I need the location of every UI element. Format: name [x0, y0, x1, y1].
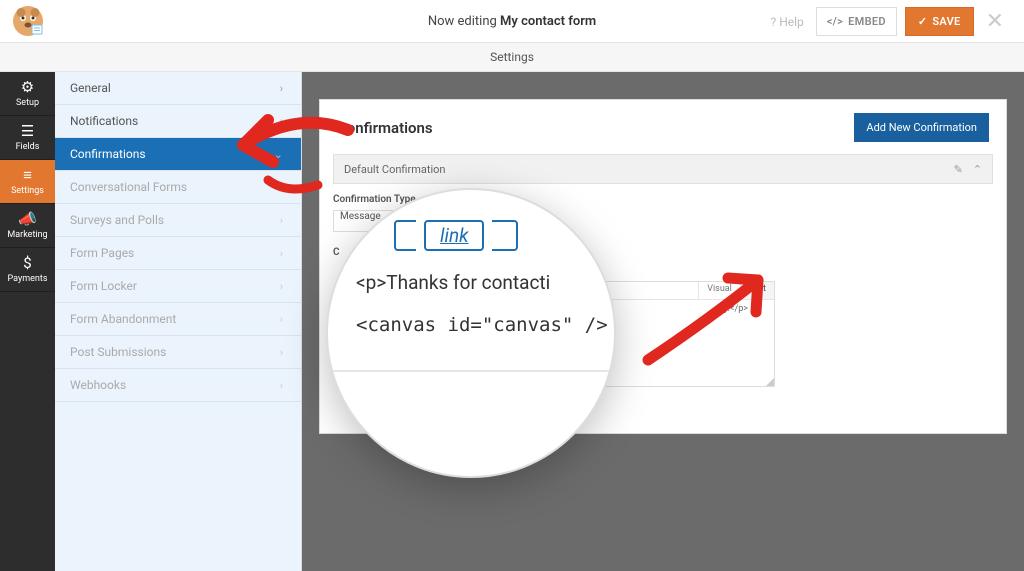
- chevron-right-icon: ›: [280, 181, 283, 194]
- toolbar-fragment-left: [394, 220, 416, 251]
- resize-handle-icon[interactable]: [766, 378, 774, 386]
- chevron-right-icon: ›: [280, 280, 283, 293]
- chevron-right-icon: ›: [280, 346, 283, 359]
- code-icon: </>: [827, 15, 843, 28]
- editor-tab-text[interactable]: Text: [740, 282, 774, 299]
- add-confirmation-button[interactable]: Add New Confirmation: [854, 113, 989, 142]
- toolbar-fragment-right: [492, 220, 518, 251]
- megaphone-icon: 📣: [18, 212, 37, 227]
- nav-payments[interactable]: $ Payments: [0, 248, 55, 292]
- sidebar-item-surveys-polls[interactable]: Surveys and Polls ›: [55, 204, 301, 237]
- help-link[interactable]: ? Help: [767, 9, 808, 35]
- panel-title: Confirmations: [337, 119, 433, 137]
- save-button[interactable]: ✓ SAVE: [905, 7, 974, 36]
- sidebar-item-form-pages[interactable]: Form Pages ›: [55, 237, 301, 270]
- nav-setup[interactable]: ⚙ Setup: [0, 72, 55, 116]
- gear-icon: ⚙: [21, 80, 34, 95]
- chevron-right-icon: ›: [280, 82, 283, 95]
- nav-fields[interactable]: ☰ Fields: [0, 116, 55, 160]
- sidebar-item-post-submissions[interactable]: Post Submissions ›: [55, 336, 301, 369]
- divider: [328, 370, 614, 372]
- magnifier-overlay: link <p>Thanks for contacti <canvas id="…: [326, 188, 616, 478]
- editor-line-1: <p>Thanks for contacti: [350, 271, 592, 294]
- sidebar-item-confirmations[interactable]: Confirmations ⌄: [55, 138, 301, 171]
- chevron-right-icon: ›: [280, 379, 283, 392]
- editor-tab-visual[interactable]: Visual: [698, 282, 740, 299]
- sidebar-item-webhooks[interactable]: Webhooks ›: [55, 369, 301, 402]
- collapse-icon[interactable]: ⌃: [973, 163, 982, 176]
- left-nav: ⚙ Setup ☰ Fields ≡ Settings 📣 Marketing …: [0, 72, 55, 571]
- nav-settings[interactable]: ≡ Settings: [0, 160, 55, 204]
- cut-field-label: C: [333, 247, 340, 258]
- sidebar-item-form-locker[interactable]: Form Locker ›: [55, 270, 301, 303]
- default-confirmation-label: Default Confirmation: [344, 163, 446, 176]
- default-confirmation-header[interactable]: Default Confirmation ✎ ⌃: [333, 154, 993, 184]
- list-icon: ☰: [21, 124, 34, 139]
- settings-sidebar: General › Notifications › Confirmations …: [55, 72, 302, 571]
- secondbar-title: Settings: [490, 50, 534, 64]
- nav-marketing[interactable]: 📣 Marketing: [0, 204, 55, 248]
- chevron-down-icon: ⌄: [274, 148, 283, 161]
- topbar: Now editing My contact form ? Help </> E…: [0, 0, 1024, 43]
- wpforms-logo[interactable]: [0, 0, 55, 43]
- close-icon[interactable]: ✕: [982, 11, 1010, 33]
- help-icon: ?: [771, 15, 777, 29]
- secondbar: Settings: [0, 43, 1024, 72]
- editor-line-2: <canvas id="canvas" />: [350, 314, 592, 336]
- check-icon: ✓: [918, 15, 928, 28]
- page-title: Now editing My contact form: [428, 14, 596, 29]
- toolbar-link-button[interactable]: link: [424, 220, 484, 251]
- chevron-right-icon: ›: [280, 247, 283, 260]
- sidebar-item-general[interactable]: General ›: [55, 72, 301, 105]
- chevron-right-icon: ›: [280, 115, 283, 128]
- sidebar-item-conversational-forms[interactable]: Conversational Forms ›: [55, 171, 301, 204]
- chevron-right-icon: ›: [280, 214, 283, 227]
- chevron-right-icon: ›: [280, 313, 283, 326]
- sidebar-item-notifications[interactable]: Notifications ›: [55, 105, 301, 138]
- embed-button[interactable]: </> EMBED: [816, 7, 897, 36]
- sidebar-item-form-abandonment[interactable]: Form Abandonment ›: [55, 303, 301, 336]
- sliders-icon: ≡: [23, 168, 32, 183]
- dollar-icon: $: [23, 256, 31, 271]
- topbar-actions: ? Help </> EMBED ✓ SAVE ✕: [767, 7, 1010, 36]
- pencil-icon[interactable]: ✎: [954, 163, 963, 176]
